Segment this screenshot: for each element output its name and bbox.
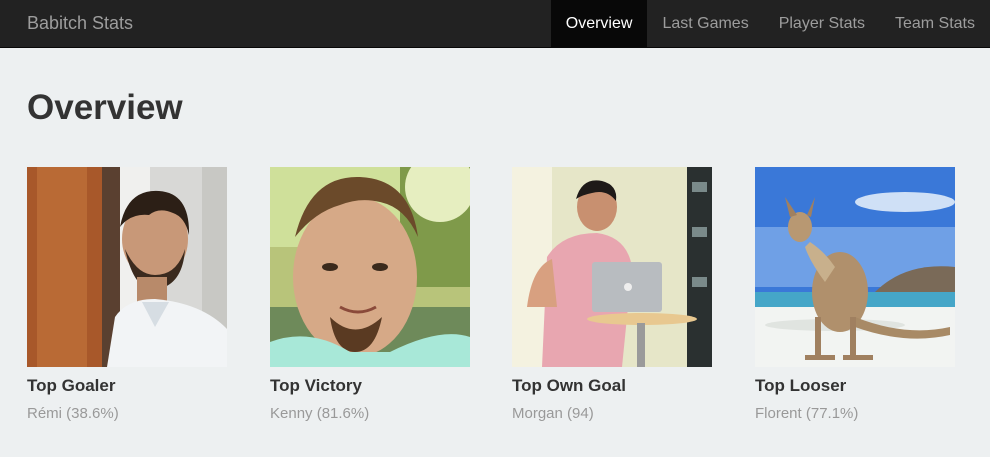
nav-item-overview[interactable]: Overview <box>550 0 648 48</box>
top-navbar: Babitch Stats Overview Last Games Player… <box>0 0 990 48</box>
player-photo-kenny[interactable] <box>270 167 470 367</box>
card-subtitle: Florent (77.1%) <box>755 405 859 422</box>
brand-link[interactable]: Babitch Stats <box>27 12 133 34</box>
card-subtitle: Rémi (38.6%) <box>27 405 119 422</box>
nav-item-team-stats[interactable]: Team Stats <box>880 0 990 48</box>
stat-card-top-own-goal: Top Own Goal Morgan (94) <box>512 167 712 423</box>
card-title: Top Looser <box>755 376 847 395</box>
stat-card-top-looser: Top Looser Florent (77.1%) <box>755 167 955 423</box>
card-title: Top Own Goal <box>512 376 626 395</box>
nav-item-player-stats[interactable]: Player Stats <box>764 0 880 48</box>
main-nav: Overview Last Games Player Stats Team St… <box>550 0 990 48</box>
stat-card-top-victory: Top Victory Kenny (81.6%) <box>270 167 470 423</box>
player-photo-remi[interactable] <box>27 167 227 367</box>
player-photo-morgan[interactable] <box>512 167 712 367</box>
card-title: Top Goaler <box>27 376 116 395</box>
player-photo-florent[interactable] <box>755 167 955 367</box>
card-title: Top Victory <box>270 376 362 395</box>
nav-item-last-games[interactable]: Last Games <box>647 0 763 48</box>
stat-card-top-goaler: Top Goaler Rémi (38.6%) <box>27 167 227 423</box>
card-subtitle: Morgan (94) <box>512 405 594 422</box>
page-title: Overview <box>27 88 183 127</box>
card-subtitle: Kenny (81.6%) <box>270 405 370 422</box>
